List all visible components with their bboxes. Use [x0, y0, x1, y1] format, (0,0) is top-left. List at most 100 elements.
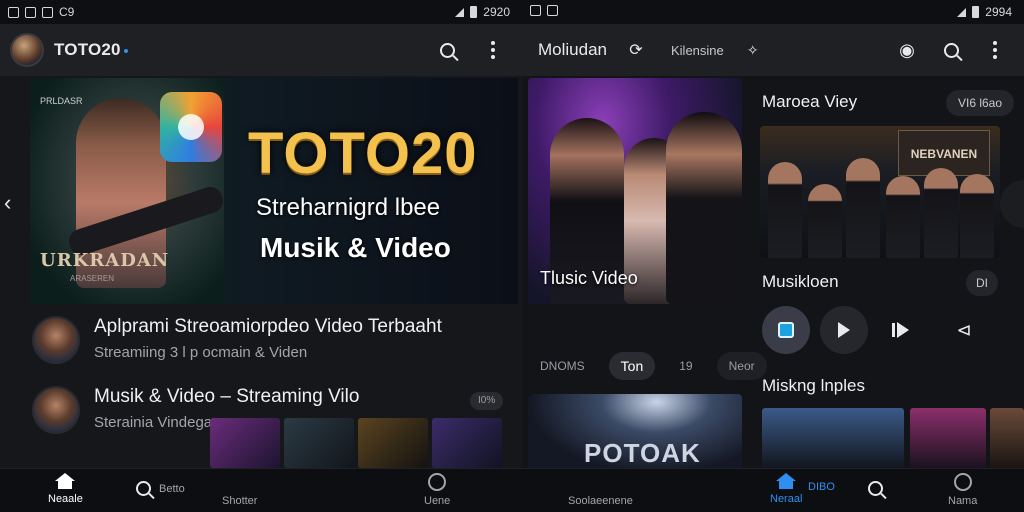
list-item-title: Aplprami Streoamiorpdeo Video Terbaaht — [94, 316, 442, 337]
refresh-button[interactable]: ⟳ — [625, 39, 647, 61]
app-logo-icon — [160, 92, 222, 162]
video-thumbnail[interactable] — [990, 408, 1024, 468]
card-caption: Tlusic Video — [540, 268, 638, 288]
battery-icon — [470, 6, 478, 18]
avatar — [32, 316, 80, 364]
tab-neor[interactable]: Neor — [716, 352, 767, 380]
next-button[interactable] — [876, 306, 924, 354]
kebab-icon — [491, 41, 495, 59]
hero-photo-top: PRLDASR — [40, 96, 83, 106]
band-member — [768, 162, 802, 258]
nav-search[interactable] — [868, 481, 883, 496]
battery-icon — [972, 6, 980, 18]
avatar — [32, 386, 80, 434]
language-button[interactable]: ◉ — [896, 39, 918, 61]
image-icon — [25, 6, 36, 18]
nav-home[interactable]: Neaale — [48, 473, 83, 505]
nav-search[interactable]: Betto — [136, 481, 185, 496]
hero-banner[interactable]: PRLDASR URKRADAN ARASEREN TOTO20 Strehar… — [30, 78, 518, 304]
nav-home[interactable]: Neraal — [770, 473, 802, 505]
video-thumbnail[interactable] — [210, 418, 280, 468]
cast-button[interactable] — [762, 306, 810, 354]
notification-icon — [530, 5, 541, 16]
status-time: 2994 — [985, 5, 1012, 19]
more-options-button[interactable] — [984, 39, 1006, 61]
video-thumbnail[interactable] — [910, 408, 986, 468]
kebab-icon — [993, 41, 997, 59]
list-item-subtitle: Streamiing 3 l p ocmain & Viden — [94, 344, 308, 361]
status-text: C9 — [59, 5, 75, 19]
list-item-badge: I0% — [470, 392, 504, 410]
play-icon — [838, 322, 850, 338]
section-pill[interactable]: DI — [966, 270, 998, 296]
profile-avatar[interactable] — [10, 33, 44, 67]
status-bar: 2994 — [522, 0, 1024, 24]
search-icon — [868, 481, 883, 496]
chevron-left-icon: ‹ — [4, 190, 12, 215]
featured-video-card[interactable]: Tlusic Video — [528, 78, 742, 304]
status-bar: C9 2920 — [0, 0, 522, 24]
section-title: Musikloen — [762, 272, 839, 291]
nav-social[interactable]: Soolaeenene — [568, 495, 633, 507]
globe-icon: ◉ — [899, 39, 915, 60]
video-thumbnail[interactable] — [284, 418, 354, 468]
list-item[interactable]: Aplprami Streoamiorpdeo Video Terbaaht S… — [32, 316, 442, 364]
tab-19[interactable]: 19 — [667, 352, 704, 380]
app-title: TOTO20 — [54, 40, 128, 60]
carousel-prev-button[interactable]: ‹ — [4, 190, 20, 215]
search-button[interactable] — [940, 39, 962, 61]
play-button[interactable] — [820, 306, 868, 354]
tab-dnoms[interactable]: DNOMS — [528, 352, 597, 380]
tools-button[interactable]: ✧ — [742, 39, 764, 61]
list-item-title: Musik & Video – Streaming Vilo — [94, 386, 360, 407]
circle-icon — [428, 473, 447, 491]
hero-photo-caption: URKRADAN — [40, 250, 170, 271]
nav-profile[interactable]: Uene — [424, 473, 450, 507]
nav-dibo[interactable]: DIBO — [808, 481, 835, 493]
band-member — [808, 184, 842, 258]
home-icon — [776, 473, 797, 489]
section-title: Maroea Viey — [762, 92, 858, 111]
concert-poster[interactable]: POTOAK — [528, 394, 742, 474]
poster-title: POTOAK — [584, 438, 701, 468]
nav-account[interactable]: Nama — [948, 473, 977, 507]
cast-icon — [778, 322, 794, 338]
right-screen: 2994 Moliudan ⟳ Kilensine ✧ ◉ Tlusic Vid… — [522, 0, 1024, 512]
video-thumbnail[interactable] — [432, 418, 502, 468]
hero-tagline: Streharnigrd lbee — [256, 194, 441, 221]
bottom-nav: Soolaeenene Neraal DIBO Nama — [522, 468, 1024, 512]
left-screen: C9 2920 TOTO20 ‹ PRLDASR URKRADAN ARASER… — [0, 0, 522, 512]
search-icon — [136, 481, 151, 496]
video-thumbnail[interactable] — [358, 418, 428, 468]
app-bar: TOTO20 — [0, 24, 522, 76]
artist-figure — [666, 112, 742, 304]
status-dot — [123, 48, 128, 53]
search-button[interactable] — [436, 39, 458, 61]
nav-secondary-label[interactable]: Kilensine — [671, 43, 724, 58]
share-button[interactable]: ⊲ — [940, 306, 988, 354]
section-title: Miskng lnples — [762, 376, 865, 395]
band-member — [960, 174, 994, 258]
band-member — [924, 168, 958, 258]
search-icon — [439, 42, 455, 58]
carousel-next-button[interactable] — [1000, 180, 1024, 228]
band-member — [846, 158, 880, 258]
section-pill[interactable]: VI6 l6ao — [946, 90, 1015, 116]
hero-headline: Musik & Video — [260, 232, 451, 263]
tab-ton[interactable]: Ton — [608, 352, 656, 380]
skip-icon — [891, 322, 909, 338]
video-thumbnail[interactable] — [762, 408, 904, 468]
signal-icon — [957, 7, 967, 17]
refresh-icon: ⟳ — [629, 42, 643, 59]
share-icon: ⊲ — [956, 319, 972, 340]
home-icon — [55, 473, 76, 489]
band-video-thumbnail[interactable]: NEBVANEN — [760, 126, 1000, 258]
filter-tabs: DNOMS Ton 19 Neor — [528, 352, 767, 380]
gear-icon — [953, 473, 972, 491]
nav-shorts[interactable]: Shotter — [222, 495, 257, 507]
screen-title: Moliudan — [538, 40, 607, 59]
image-icon — [547, 5, 558, 16]
thumbnail-row — [210, 418, 502, 468]
more-options-button[interactable] — [482, 39, 504, 61]
app-bar: Moliudan ⟳ Kilensine ✧ ◉ — [522, 24, 1024, 76]
